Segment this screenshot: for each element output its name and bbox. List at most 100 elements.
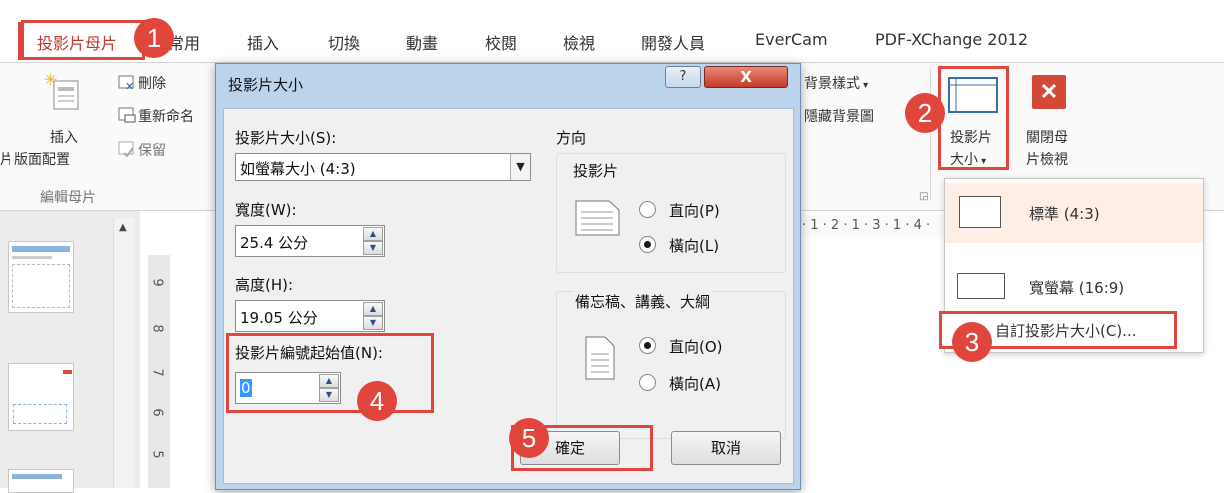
menu-item-widescreen-label: 寬螢幕 (16:9)	[1029, 279, 1125, 297]
menu-item-standard-label: 標準 (4:3)	[1029, 205, 1100, 223]
ruler-mark: 8	[149, 324, 165, 333]
spin-down-icon[interactable]: ▼	[363, 241, 383, 255]
chevron-down-icon[interactable]: ▼	[510, 154, 530, 180]
spin-up-icon[interactable]: ▲	[363, 227, 383, 241]
slides-landscape-radio[interactable]	[639, 236, 656, 253]
tab-transitions[interactable]: 切換	[328, 30, 360, 54]
notes-group-label: 備忘稿、講義、大綱	[573, 291, 713, 312]
help-icon: ?	[679, 69, 687, 84]
tab-slide-master[interactable]: 投影片母片	[21, 20, 145, 60]
slide-size-dialog: 投影片大小 ? X 投影片大小(S): 如螢幕大小 (4:3) ▼ 寬度(W):…	[215, 63, 801, 490]
dialog-body: 投影片大小(S): 如螢幕大小 (4:3) ▼ 寬度(W): 25.4 公分 ▲…	[223, 108, 794, 484]
slides-orientation-icon	[575, 200, 621, 236]
slides-landscape-label[interactable]: 橫向(L)	[669, 235, 719, 256]
orientation-title: 方向	[556, 129, 587, 147]
rename-button[interactable]: 重新命名	[138, 106, 214, 126]
preserve-icon	[118, 141, 136, 158]
dialog-launcher-icon[interactable]: ◲	[919, 191, 928, 202]
tab-pdf-xchange[interactable]: PDF-XChange 2012	[875, 30, 1028, 49]
ribbon-separator	[930, 67, 931, 201]
notes-landscape-label[interactable]: 橫向(A)	[669, 373, 721, 394]
cut-off-label: 片	[0, 152, 10, 168]
horizontal-ruler: · 1 · 2 · 1 · 3 · 1 · 4 ·	[800, 215, 945, 237]
standard-ratio-icon	[959, 196, 1001, 228]
rename-icon	[118, 107, 136, 123]
slide-size-icon	[946, 75, 1000, 117]
menu-item-widescreen[interactable]: 寬螢幕 (16:9)	[945, 253, 1203, 313]
close-master-icon: ✕	[1032, 75, 1066, 109]
height-field-label: 高度(H):	[235, 276, 294, 294]
height-field-value: 19.05 公分	[240, 309, 318, 327]
slide-size-select-value: 如螢幕大小 (4:3)	[240, 160, 356, 178]
close-master-label-2[interactable]: 片檢視	[1026, 149, 1068, 169]
tab-slide-master-label: 投影片母片	[37, 34, 118, 53]
preserve-button[interactable]: 保留	[138, 140, 166, 160]
dialog-close-button[interactable]: X	[704, 66, 788, 88]
slide-size-field-label: 投影片大小(S):	[235, 129, 337, 147]
tab-insert[interactable]: 插入	[247, 30, 279, 54]
insert-layout-label[interactable]: 插入	[50, 127, 78, 147]
ok-button-label: 確定	[554, 439, 585, 457]
ruler-mark: 6	[149, 408, 165, 417]
layout-thumbnail-1[interactable]	[8, 241, 74, 313]
ruler-mark: 7	[149, 368, 165, 377]
slides-portrait-label[interactable]: 直向(P)	[669, 200, 720, 221]
notes-orientation-icon	[585, 336, 615, 380]
cancel-button-label: 取消	[710, 439, 741, 457]
step-badge-3: 3	[952, 322, 992, 362]
notes-orientation-group: 備忘稿、講義、大綱 直向(O) 橫向(A)	[556, 291, 786, 439]
layout-thumbnail-2[interactable]	[8, 363, 74, 431]
spin-up-icon[interactable]: ▲	[363, 302, 383, 316]
notes-landscape-radio[interactable]	[639, 374, 656, 391]
cancel-button[interactable]: 取消	[671, 431, 781, 465]
ruler-mark: 9	[149, 278, 165, 287]
help-button[interactable]: ?	[665, 66, 701, 88]
slide-size-select[interactable]: 如螢幕大小 (4:3) ▼	[235, 153, 531, 181]
widescreen-ratio-icon	[957, 273, 1005, 299]
start-number-label: 投影片編號起始值(N):	[235, 344, 383, 362]
insert-layout-label-2[interactable]: 版面配置	[14, 149, 70, 169]
width-field-label: 寬度(W):	[235, 201, 297, 219]
delete-button[interactable]: 刪除	[138, 73, 166, 93]
slides-portrait-radio[interactable]	[639, 201, 656, 218]
step-badge-2: 2	[905, 93, 945, 133]
layout-thumbnail-3[interactable]	[8, 469, 74, 493]
step-badge-1: 1	[134, 18, 174, 58]
menu-item-custom-size[interactable]: 自訂投影片大小(C)...	[995, 320, 1136, 341]
slide-size-button[interactable]: 大小 ▾	[950, 149, 986, 169]
group-edit-master-label: 編輯母片	[40, 190, 96, 206]
background-styles-label: 背景樣式	[804, 76, 860, 92]
active-tab-marker	[18, 22, 21, 60]
hide-background-label: 隱藏背景圖	[804, 109, 874, 125]
svg-text:✕: ✕	[125, 80, 134, 91]
notes-portrait-radio[interactable]	[639, 337, 656, 354]
background-styles-button[interactable]: 背景樣式 ▾	[804, 73, 868, 93]
ribbon-tab-bar: 投影片母片 常用 插入 切換 動畫 校閱 檢視 開發人員 EverCam PDF…	[0, 0, 1224, 62]
thumbnail-scrollbar[interactable]: ▲	[113, 218, 135, 488]
dialog-title: 投影片大小	[228, 76, 304, 94]
slides-orientation-group: 投影片 直向(P) 橫向(L)	[556, 153, 786, 273]
tab-review[interactable]: 校閱	[485, 30, 517, 54]
hide-background-checkbox[interactable]: 隱藏背景圖	[804, 106, 874, 126]
spin-down-icon[interactable]: ▼	[319, 388, 339, 402]
delete-icon: ✕	[118, 75, 136, 93]
close-master-label-1[interactable]: 關閉母	[1026, 127, 1068, 147]
slides-group-label: 投影片	[573, 162, 619, 180]
step-badge-4: 4	[357, 381, 397, 421]
tab-developer[interactable]: 開發人員	[641, 30, 705, 54]
width-field[interactable]: 25.4 公分 ▲ ▼	[235, 225, 385, 257]
notes-portrait-label[interactable]: 直向(O)	[669, 336, 723, 357]
tab-view[interactable]: 檢視	[563, 30, 595, 54]
menu-item-standard[interactable]: 標準 (4:3)	[945, 183, 1203, 243]
scroll-up-icon[interactable]: ▲	[119, 222, 127, 233]
spin-up-icon[interactable]: ▲	[319, 374, 339, 388]
height-field[interactable]: 19.05 公分 ▲ ▼	[235, 300, 385, 332]
tab-animations[interactable]: 動畫	[406, 30, 438, 54]
tab-evercam[interactable]: EverCam	[755, 30, 828, 49]
ruler-marks: · 1 · 2 · 1 · 3 · 1 · 4 ·	[802, 218, 931, 233]
spin-down-icon[interactable]: ▼	[363, 316, 383, 330]
step-badge-5: 5	[509, 418, 549, 458]
start-number-value: 0	[240, 379, 252, 397]
slide-size-label-1[interactable]: 投影片	[950, 127, 992, 147]
start-number-field[interactable]: 0 ▲ ▼	[235, 372, 341, 404]
